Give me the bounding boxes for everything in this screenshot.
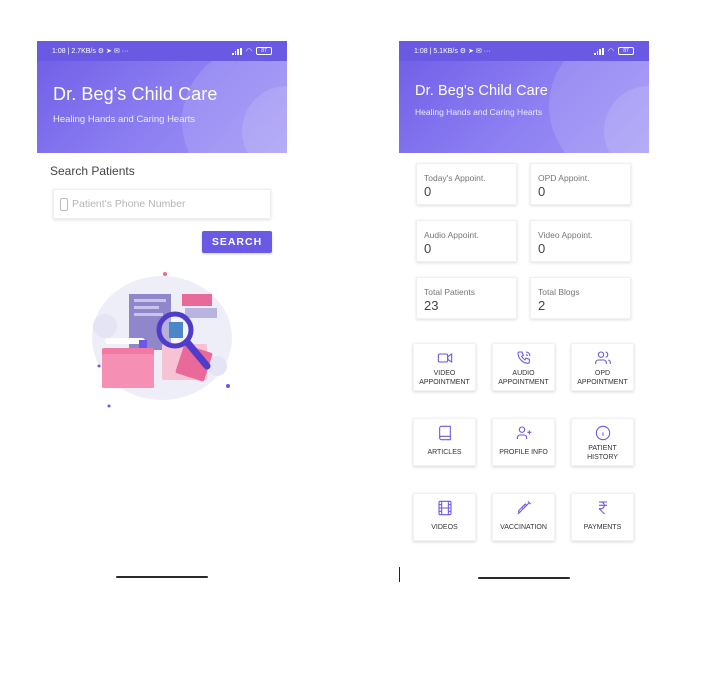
menu-label: Patient History xyxy=(587,445,618,461)
menu-label: Video Appointment xyxy=(419,370,470,386)
menu-label: Articles xyxy=(427,449,462,456)
menu-label: OPD Appointment xyxy=(577,370,628,386)
stat-label: Video Appoint. xyxy=(538,230,593,240)
stat-label: Audio Appoint. xyxy=(424,230,479,240)
app-subtitle: Healing Hands and Caring Hearts xyxy=(415,107,543,117)
phone-search-field[interactable] xyxy=(53,189,271,219)
stat-value: 0 xyxy=(538,184,546,199)
wifi-icon: ◠ xyxy=(245,48,252,55)
stat-value: 23 xyxy=(424,298,439,313)
search-button[interactable]: SEARCH xyxy=(202,231,272,253)
stat-value: 2 xyxy=(538,298,546,313)
battery-icon: 87 xyxy=(256,47,272,55)
battery-level: 87 xyxy=(261,47,267,54)
dashboard-screen: 1:08 | 5.1KB/s ⚙ ➤ ✉ ··· ◠ 87 Dr. Beg's … xyxy=(399,41,649,581)
book-icon xyxy=(438,425,451,441)
text-cursor xyxy=(399,567,400,582)
menu-label: Audio Appointment xyxy=(498,370,549,386)
menu-audio-appointment[interactable]: Audio Appointment xyxy=(492,343,555,391)
menu-opd-appointment[interactable]: OPD Appointment xyxy=(571,343,634,391)
status-time: 1:08 xyxy=(52,48,66,55)
network-speed: 2.7KB/s xyxy=(71,48,96,55)
status-bar: 1:08 | 5.1KB/s ⚙ ➤ ✉ ··· ◠ 87 xyxy=(399,41,649,61)
menu-patient-history[interactable]: Patient History xyxy=(571,418,634,466)
home-indicator[interactable] xyxy=(116,576,208,578)
stat-card-total-blogs[interactable]: Total Blogs 2 xyxy=(530,277,631,319)
battery-icon: 87 xyxy=(618,47,634,55)
menu-label: Videos xyxy=(431,524,458,531)
network-speed: 5.1KB/s xyxy=(433,48,458,55)
status-bar: 1:08 | 2.7KB/s ⚙ ➤ ✉ ··· ◠ 87 xyxy=(37,41,287,61)
stat-card-audio-appointments[interactable]: Audio Appoint. 0 xyxy=(416,220,517,262)
phone-call-icon xyxy=(516,351,531,364)
users-icon xyxy=(594,351,611,364)
stat-card-video-appointments[interactable]: Video Appoint. 0 xyxy=(530,220,631,262)
battery-level: 87 xyxy=(623,47,629,54)
stat-card-opd-appointments[interactable]: OPD Appoint. 0 xyxy=(530,163,631,205)
app-title: Dr. Beg's Child Care xyxy=(53,84,218,104)
search-patients-label: Search Patients xyxy=(50,164,135,178)
phone-icon xyxy=(60,197,68,211)
stat-value: 0 xyxy=(424,241,432,256)
menu-vaccination[interactable]: Vaccination xyxy=(492,493,555,541)
menu-payments[interactable]: Payments xyxy=(571,493,634,541)
menu-video-appointment[interactable]: Video Appointment xyxy=(413,343,476,391)
film-icon xyxy=(437,500,452,516)
signal-icon xyxy=(231,47,242,55)
wifi-icon: ◠ xyxy=(607,48,614,55)
status-time: 1:08 xyxy=(414,48,428,55)
stat-value: 0 xyxy=(538,241,546,256)
stat-label: Total Blogs xyxy=(538,287,580,297)
stat-label: Today's Appoint. xyxy=(424,173,486,183)
stat-card-total-patients[interactable]: Total Patients 23 xyxy=(416,277,517,319)
app-title: Dr. Beg's Child Care xyxy=(415,83,548,99)
app-subtitle: Healing Hands and Caring Hearts xyxy=(53,114,196,125)
status-time-speed: 1:08 | 5.1KB/s ⚙ ➤ ✉ ··· xyxy=(414,48,491,55)
menu-videos[interactable]: Videos xyxy=(413,493,476,541)
status-time-speed: 1:08 | 2.7KB/s ⚙ ➤ ✉ ··· xyxy=(52,48,129,55)
info-icon xyxy=(595,425,610,441)
status-icons: ◠ 87 xyxy=(593,47,634,55)
phone-search-input[interactable] xyxy=(72,198,252,210)
home-indicator[interactable] xyxy=(478,577,570,579)
stat-card-todays-appointments[interactable]: Today's Appoint. 0 xyxy=(416,163,517,205)
signal-icon xyxy=(593,47,604,55)
stat-label: Total Patients xyxy=(424,287,476,297)
status-icons: ◠ 87 xyxy=(231,47,272,55)
menu-articles[interactable]: Articles xyxy=(413,418,476,466)
stat-label: OPD Appoint. xyxy=(538,173,590,183)
stat-value: 0 xyxy=(424,184,432,199)
search-documents-illustration xyxy=(92,272,232,408)
menu-label: Profile Info xyxy=(499,449,548,456)
user-plus-icon xyxy=(516,426,531,439)
app-header: 1:08 | 2.7KB/s ⚙ ➤ ✉ ··· ◠ 87 Dr. Beg's … xyxy=(37,41,287,153)
syringe-icon xyxy=(517,500,531,515)
rupee-icon xyxy=(598,501,607,515)
video-camera-icon xyxy=(437,353,452,363)
menu-profile-info[interactable]: Profile Info xyxy=(492,418,555,466)
menu-label: Vaccination xyxy=(500,524,547,531)
app-header: 1:08 | 5.1KB/s ⚙ ➤ ✉ ··· ◠ 87 Dr. Beg's … xyxy=(399,41,649,153)
patient-search-screen: 1:08 | 2.7KB/s ⚙ ➤ ✉ ··· ◠ 87 Dr. Beg's … xyxy=(37,41,287,581)
menu-label: Payments xyxy=(583,524,622,531)
